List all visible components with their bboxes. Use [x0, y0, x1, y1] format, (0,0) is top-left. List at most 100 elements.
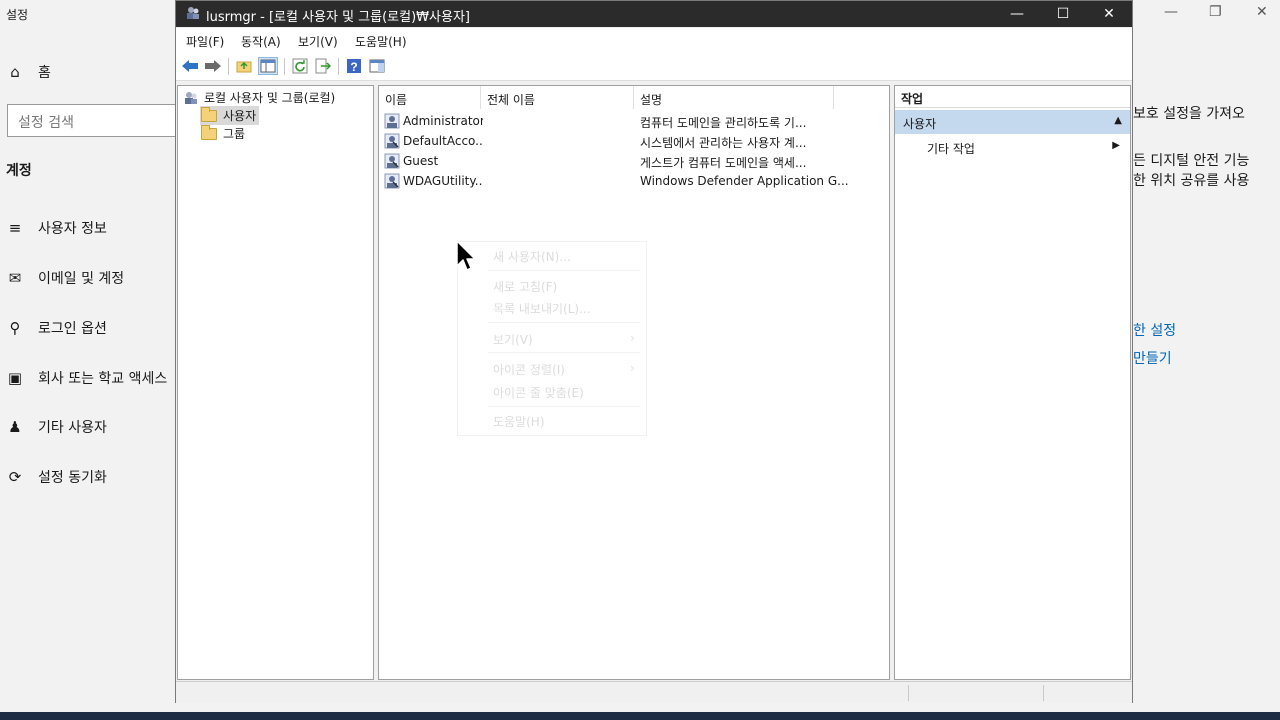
briefcase-icon: ▣ [7, 369, 23, 387]
nav-sync-label: 설정 동기화 [38, 470, 107, 486]
refresh-icon[interactable] [290, 57, 310, 75]
table-row[interactable]: DefaultAcco... 시스템에서 관리하는 사용자 계... [384, 131, 884, 151]
settings-section-title: 계정 [6, 163, 32, 179]
home-icon: ⌂ [10, 63, 20, 81]
nav-signin-options[interactable]: ⚲ 로그인 옵션 [6, 318, 107, 338]
svg-text:?: ? [350, 60, 357, 74]
user-name: WDAGUtility... [403, 174, 483, 188]
ctx-view[interactable]: 보기(V) [493, 331, 533, 348]
column-header-full-name[interactable]: 전체 이름 [481, 86, 634, 109]
submenu-arrow-icon: › [630, 331, 635, 345]
mail-icon: ✉ [8, 269, 22, 287]
title-bar[interactable]: lusrmgr - [로컬 사용자 및 그룹(로컬)₩사용자] — ☐ ✕ [176, 1, 1132, 27]
status-divider [908, 685, 909, 701]
settings-restore-icon[interactable]: ❐ [1209, 4, 1222, 20]
nav-home[interactable]: ⌂ 홈 [6, 62, 51, 82]
user-description: 게스트가 컴퓨터 도메인을 액세... [640, 156, 807, 170]
toolbar: ? [176, 52, 1132, 81]
menu-bar: 파일(F) 동작(A) 보기(V) 도움말(H) [176, 28, 1132, 52]
ctx-refresh[interactable]: 새로 고침(F) [493, 278, 557, 295]
nav-work-label: 회사 또는 학교 액세스 [38, 371, 168, 387]
users-app-icon [187, 7, 199, 19]
user-info-icon: ≡ [8, 219, 22, 237]
column-description-label: 설명 [640, 93, 663, 107]
ctx-new-user[interactable]: 새 사용자(N)... [493, 248, 571, 265]
action-more-actions[interactable]: 기타 작업 [927, 140, 975, 157]
table-row[interactable]: Guest 게스트가 컴퓨터 도메인을 액세... [384, 151, 884, 171]
nav-work-school[interactable]: ▣ 회사 또는 학교 액세스 [6, 368, 167, 388]
nav-home-label: 홈 [38, 65, 51, 81]
maximize-icon[interactable]: ☐ [1040, 1, 1086, 27]
actions-section-label: 사용자 [903, 117, 937, 131]
user-description: Windows Defender Application G... [640, 174, 849, 188]
nav-other-users[interactable]: ♟ 기타 사용자 [6, 417, 107, 437]
export-list-icon[interactable] [313, 57, 333, 75]
settings-right-link[interactable]: 만들기 [1133, 348, 1172, 368]
close-icon[interactable]: ✕ [1086, 1, 1132, 27]
settings-search-input[interactable]: 설정 검색 [7, 104, 187, 137]
toolbar-separator [338, 58, 339, 75]
nav-user-info-label: 사용자 정보 [38, 221, 107, 237]
collapse-arrow-icon[interactable]: ▲ [1114, 115, 1122, 126]
forward-arrow-icon[interactable] [203, 57, 223, 75]
nav-sync[interactable]: ⟳ 설정 동기화 [6, 467, 107, 487]
actions-section-users[interactable]: 사용자 ▲ [895, 110, 1130, 134]
user-name: DefaultAcco... [403, 134, 483, 148]
minimize-icon[interactable]: — [994, 1, 1040, 27]
nav-email-accounts[interactable]: ✉ 이메일 및 계정 [6, 268, 124, 288]
toolbar-separator [228, 58, 229, 75]
ctx-line-up-icons[interactable]: 아이콘 줄 맞춤(E) [493, 384, 584, 401]
user-description: 시스템에서 관리하는 사용자 계... [640, 136, 807, 150]
settings-close-icon[interactable]: ✕ [1256, 4, 1268, 20]
settings-minimize-icon[interactable]: — [1164, 4, 1178, 20]
actions-header-label: 작업 [901, 92, 924, 106]
mouse-cursor-icon [456, 240, 476, 271]
menu-file[interactable]: 파일(F) [186, 33, 224, 50]
back-arrow-icon[interactable] [180, 57, 200, 75]
folder-up-icon[interactable] [234, 57, 254, 75]
menu-view[interactable]: 보기(V) [298, 33, 338, 50]
tree-root[interactable]: 로컬 사용자 및 그룹(로컬) [183, 89, 335, 106]
submenu-arrow-icon: ▶ [1112, 140, 1120, 151]
ctx-help[interactable]: 도움말(H) [493, 413, 545, 430]
user-icon [384, 173, 400, 189]
nav-user-info[interactable]: ≡ 사용자 정보 [6, 218, 107, 238]
person-add-icon: ♟ [8, 418, 22, 436]
table-row[interactable]: WDAGUtility... Windows Defender Applicat… [384, 171, 884, 191]
user-icon [384, 113, 400, 129]
menu-help[interactable]: 도움말(H) [355, 33, 407, 50]
settings-app-title: 설정 [6, 8, 29, 22]
ctx-arrange-icons[interactable]: 아이콘 정렬(I) [493, 361, 565, 378]
settings-right-link[interactable]: 한 설정 [1133, 320, 1176, 340]
tree-item-groups[interactable]: 그룹 [201, 124, 245, 142]
show-hide-console-tree-icon[interactable] [258, 57, 278, 75]
taskbar [0, 712, 1280, 720]
column-header-name[interactable]: 이름 [379, 86, 481, 109]
menu-action[interactable]: 동작(A) [241, 33, 281, 50]
submenu-arrow-icon: › [630, 361, 635, 375]
console-tree: 로컬 사용자 및 그룹(로컬) 사용자 그룹 [177, 85, 374, 680]
actions-pane: 작업 사용자 ▲ 기타 작업 ▶ [894, 85, 1131, 680]
tree-item-users[interactable]: 사용자 [200, 106, 260, 125]
show-hide-action-pane-icon[interactable] [367, 57, 387, 75]
user-icon [384, 133, 400, 149]
key-icon: ⚲ [9, 319, 21, 337]
folder-icon [201, 124, 217, 140]
settings-right-text: 든 디지털 안전 기능 [1133, 153, 1250, 169]
sync-icon: ⟳ [8, 468, 22, 486]
actions-header: 작업 [895, 86, 1130, 108]
table-row[interactable]: Administrator 컴퓨터 도메인을 관리하도록 기... [384, 111, 884, 131]
window-title: lusrmgr - [로컬 사용자 및 그룹(로컬)₩사용자] [206, 10, 470, 25]
user-name: Administrator [403, 114, 483, 128]
user-name: Guest [403, 154, 439, 168]
nav-email-label: 이메일 및 계정 [38, 271, 125, 287]
column-header-description[interactable]: 설명 [634, 86, 834, 109]
search-placeholder: 설정 검색 [18, 115, 74, 131]
user-description: 컴퓨터 도메인을 관리하도록 기... [640, 116, 807, 130]
column-name-label: 이름 [385, 93, 408, 107]
folder-icon [201, 106, 217, 122]
ctx-export-list[interactable]: 목록 내보내기(L)... [493, 300, 591, 317]
user-icon [384, 153, 400, 169]
tree-root-label: 로컬 사용자 및 그룹(로컬) [204, 91, 336, 105]
help-icon[interactable]: ? [344, 57, 364, 75]
